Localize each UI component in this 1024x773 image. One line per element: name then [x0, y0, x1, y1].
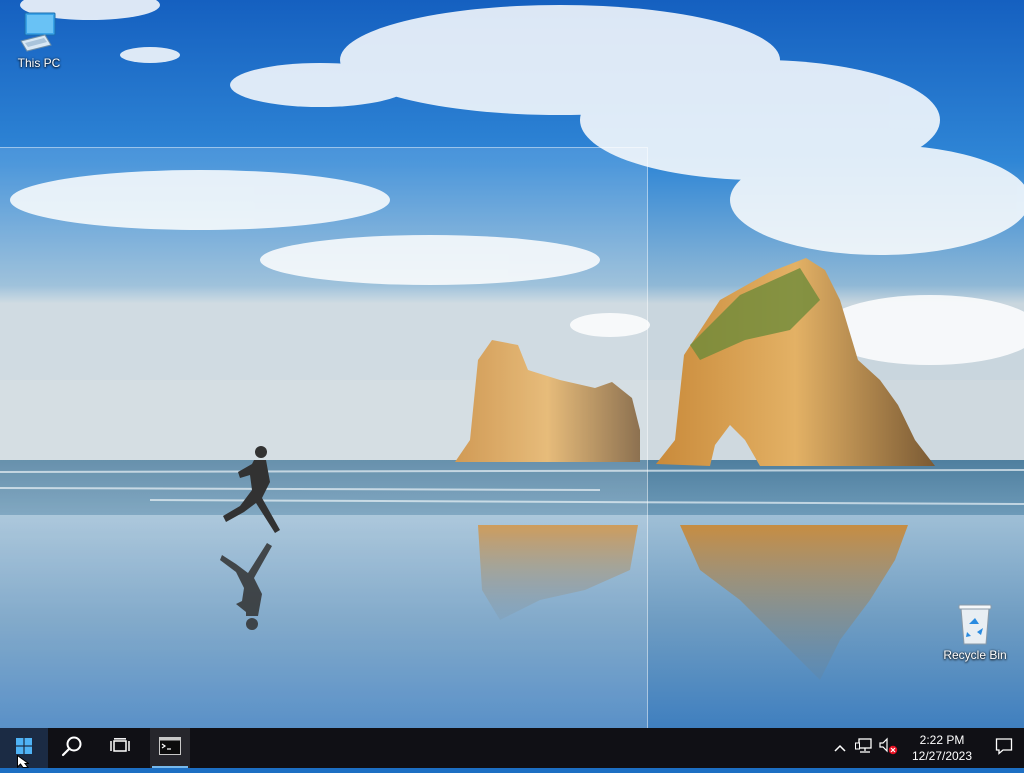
search-button[interactable] [48, 728, 96, 768]
show-hidden-icons-button[interactable] [828, 728, 852, 768]
command-prompt-icon [159, 736, 181, 760]
desktop-icon-this-pc[interactable]: This PC [1, 10, 77, 70]
search-icon [61, 735, 83, 762]
network-button[interactable] [852, 728, 876, 768]
clock-date: 12/27/2023 [911, 749, 973, 763]
taskbar: 2:22 PM 12/27/2023 [0, 728, 1024, 768]
task-view-icon [110, 737, 130, 759]
taskbar-clock[interactable]: 2:22 PM 12/27/2023 [900, 732, 984, 764]
taskbar-app-command-prompt[interactable] [150, 728, 190, 768]
action-center-icon [995, 737, 1013, 760]
desktop-selection-rectangle [0, 147, 648, 728]
action-center-button[interactable] [984, 728, 1024, 768]
system-tray: 2:22 PM 12/27/2023 [828, 728, 1024, 768]
desktop-icon-label: This PC [17, 56, 61, 70]
clock-time: 2:22 PM [919, 733, 965, 747]
computer-icon [15, 10, 63, 54]
chevron-up-icon [834, 739, 846, 757]
task-view-button[interactable] [96, 728, 144, 768]
mouse-cursor-icon [17, 754, 31, 773]
network-icon [855, 737, 873, 759]
desktop-icon-label: Recycle Bin [943, 648, 1007, 662]
volume-button[interactable] [876, 728, 900, 768]
desktop-icon-recycle-bin[interactable]: Recycle Bin [937, 602, 1013, 662]
recycle-bin-icon [951, 602, 999, 646]
volume-muted-icon [878, 737, 898, 760]
